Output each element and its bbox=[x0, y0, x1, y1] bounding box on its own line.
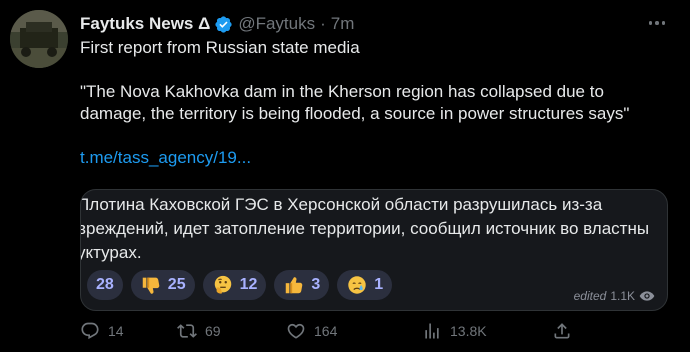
reaction-count: 12 bbox=[239, 276, 258, 293]
reactions-bar: 28 25 12 3 1 bbox=[87, 270, 393, 300]
reaction-count: 25 bbox=[167, 276, 186, 293]
retweet-icon bbox=[177, 324, 197, 338]
edited-label: edited bbox=[573, 289, 607, 303]
avatar[interactable] bbox=[10, 10, 68, 68]
tweet-header: Faytuks News Δ @Faytuks · 7m bbox=[80, 13, 354, 35]
reaction-count: 3 bbox=[311, 276, 321, 293]
reaction-chip[interactable]: 12 bbox=[202, 270, 267, 300]
reaction-chip[interactable]: 25 bbox=[130, 270, 195, 300]
crying-face-icon bbox=[346, 274, 368, 296]
retweet-button[interactable]: 69 bbox=[177, 320, 221, 342]
card-text-line: вреждений, идет затопление территории, с… bbox=[80, 219, 650, 238]
thumbs-up-icon bbox=[283, 274, 305, 296]
card-text: Плотина Каховской ГЭС в Херсонской облас… bbox=[80, 193, 667, 265]
tweet-link[interactable]: t.me/tass_agency/19... bbox=[80, 148, 251, 167]
timestamp[interactable]: 7m bbox=[331, 14, 355, 34]
like-count: 164 bbox=[314, 323, 338, 339]
heart-icon bbox=[287, 323, 305, 339]
share-button[interactable] bbox=[552, 320, 580, 342]
card-text-line: уктурах. bbox=[80, 243, 142, 262]
more-options-button[interactable] bbox=[644, 10, 670, 36]
author-name[interactable]: Faytuks News Δ bbox=[80, 14, 210, 34]
tweet-actions: 14 69 164 13.8K bbox=[80, 320, 580, 342]
tweet-first-line: First report from Russian state media bbox=[80, 38, 360, 57]
more-dot-icon bbox=[648, 21, 653, 25]
separator-dot: · bbox=[320, 14, 326, 33]
verified-badge-icon bbox=[214, 15, 233, 34]
thinking-face-icon bbox=[212, 274, 234, 296]
reply-count: 14 bbox=[108, 323, 124, 339]
reaction-chip[interactable]: 28 bbox=[87, 270, 123, 300]
card-meta: edited 1.1K bbox=[574, 289, 655, 303]
views-button[interactable]: 13.8K bbox=[422, 320, 487, 342]
reaction-chip[interactable]: 1 bbox=[337, 270, 393, 300]
tweet-text: First report from Russian state media "T… bbox=[80, 37, 670, 169]
share-icon bbox=[554, 323, 570, 339]
card-view-count: 1.1K bbox=[610, 289, 635, 303]
reaction-chip[interactable]: 3 bbox=[274, 270, 330, 300]
card-text-line: Плотина Каховской ГЭС в Херсонской облас… bbox=[80, 195, 603, 214]
more-dot-icon bbox=[655, 21, 659, 25]
reaction-count: 1 bbox=[374, 276, 384, 293]
link-preview-card[interactable]: Плотина Каховской ГЭС в Херсонской облас… bbox=[80, 189, 668, 311]
tweet-quote: "The Nova Kakhovka dam in the Kherson re… bbox=[80, 82, 630, 123]
eye-icon bbox=[639, 290, 655, 302]
reply-icon bbox=[81, 322, 99, 340]
view-count: 13.8K bbox=[450, 323, 487, 339]
thumbs-down-icon bbox=[140, 274, 162, 296]
analytics-icon bbox=[425, 323, 439, 339]
like-button[interactable]: 164 bbox=[286, 320, 337, 342]
author-handle[interactable]: @Faytuks bbox=[238, 14, 315, 34]
more-dot-icon bbox=[661, 21, 666, 25]
reaction-count: 28 bbox=[96, 276, 114, 293]
retweet-count: 69 bbox=[205, 323, 221, 339]
reply-button[interactable]: 14 bbox=[80, 320, 124, 342]
